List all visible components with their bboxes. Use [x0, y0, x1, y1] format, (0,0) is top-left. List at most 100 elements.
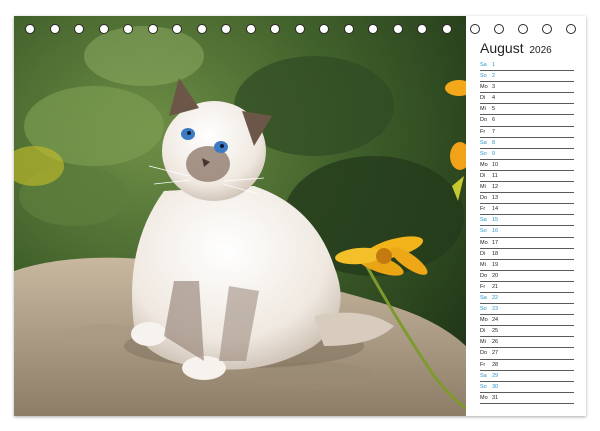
- weekday-label: Mi: [480, 261, 486, 268]
- binding-ring: [221, 24, 231, 34]
- day-row: Mo 31: [480, 393, 574, 404]
- weekday-label: Sa: [480, 372, 487, 379]
- binding-ring: [343, 24, 354, 34]
- year: 2026: [529, 45, 552, 56]
- weekday-label: Mo: [480, 239, 488, 246]
- weekday-label: Mi: [480, 184, 486, 191]
- day-number: 16: [492, 228, 499, 235]
- day-number: 25: [492, 328, 499, 335]
- day-row: Mi 19: [480, 260, 574, 271]
- day-row: Di 11: [480, 171, 574, 183]
- date-panel: August 2026 Sa 1 So 2 Mo 3 Di 4 Mi 5 Do 6 Fr 7 Sa 8 So 9 M…: [466, 16, 586, 416]
- weekday-label: So: [480, 383, 487, 390]
- binding-ring: [270, 24, 280, 34]
- day-row: Mo 17: [480, 238, 574, 249]
- weekday-label: Di: [480, 172, 486, 179]
- day-row: Fr 7: [480, 127, 574, 138]
- binding-ring: [196, 24, 207, 34]
- day-row: So 16: [480, 226, 574, 238]
- weekday-label: Sa: [480, 62, 487, 68]
- weekday-label: Di: [480, 250, 486, 257]
- day-row: Sa 15: [480, 215, 574, 227]
- day-number: 14: [492, 206, 499, 213]
- weekday-label: Fr: [480, 128, 486, 135]
- day-number: 4: [492, 95, 496, 102]
- day-row: Sa 8: [480, 138, 574, 149]
- day-number: 5: [492, 106, 496, 113]
- weekday-label: So: [480, 150, 487, 157]
- day-number: 9: [492, 150, 496, 157]
- binding-ring: [147, 24, 158, 34]
- weekday-label: Fr: [480, 283, 486, 290]
- day-number: 26: [492, 339, 499, 346]
- weekday-label: Do: [480, 117, 488, 124]
- binding-ring: [294, 24, 305, 34]
- day-number: 6: [492, 117, 496, 124]
- day-row: Do 6: [480, 115, 574, 127]
- day-number: 10: [492, 161, 499, 168]
- binding-ring: [441, 24, 452, 34]
- day-list: Sa 1 So 2 Mo 3 Di 4 Mi 5 Do 6 Fr 7 Sa 8 So 9 Mo 10 Di 11 Mi 12 D…: [480, 60, 574, 404]
- weekday-label: Mo: [480, 84, 488, 91]
- day-number: 8: [492, 139, 496, 146]
- day-number: 18: [492, 250, 499, 257]
- binding-ring: [49, 24, 60, 34]
- day-row: Mo 10: [480, 160, 574, 171]
- binding-ring: [98, 24, 109, 34]
- day-row: Mo 24: [480, 315, 574, 327]
- binding-ring: [123, 24, 133, 34]
- day-row: Mo 3: [480, 82, 574, 94]
- weekday-label: Di: [480, 95, 486, 102]
- day-row: Di 4: [480, 93, 574, 105]
- day-row: Di 25: [480, 326, 574, 338]
- weekday-label: So: [480, 73, 487, 80]
- day-row: So 23: [480, 304, 574, 316]
- kitten-photo: [14, 16, 466, 416]
- day-row: Do 13: [480, 193, 574, 205]
- day-row: Fr 21: [480, 282, 574, 293]
- day-number: 21: [492, 283, 499, 290]
- weekday-label: Mi: [480, 106, 486, 113]
- day-row: Mi 5: [480, 104, 574, 116]
- weekday-label: Fr: [480, 206, 486, 213]
- day-number: 27: [492, 350, 499, 357]
- binding-ring: [25, 24, 35, 34]
- binding-ring: [245, 24, 256, 34]
- weekday-label: Mo: [480, 394, 488, 401]
- day-number: 20: [492, 272, 499, 279]
- day-number: 28: [492, 361, 499, 368]
- day-number: 2: [492, 73, 496, 80]
- month-title: August 2026: [480, 40, 552, 56]
- weekday-label: So: [480, 306, 487, 313]
- kitten-illustration: [14, 16, 466, 416]
- day-number: 12: [492, 184, 499, 191]
- weekday-label: Sa: [480, 139, 487, 146]
- day-row: Di 18: [480, 249, 574, 260]
- day-number: 3: [492, 84, 496, 91]
- binding-ring: [172, 24, 182, 34]
- day-number: 29: [492, 372, 499, 379]
- weekday-label: Do: [480, 195, 488, 202]
- day-row: Do 27: [480, 348, 574, 360]
- day-row: So 30: [480, 382, 574, 393]
- binding-ring: [392, 24, 403, 34]
- day-number: 1: [492, 62, 496, 68]
- day-row: Do 20: [480, 271, 574, 282]
- day-number: 15: [492, 217, 499, 224]
- binding-ring: [417, 24, 427, 34]
- weekday-label: Sa: [480, 294, 487, 301]
- day-number: 17: [492, 239, 499, 246]
- weekday-label: Do: [480, 272, 488, 279]
- day-number: 13: [492, 195, 499, 202]
- binding-ring: [74, 24, 84, 34]
- weekday-label: Di: [480, 328, 486, 335]
- day-row: Fr 14: [480, 204, 574, 216]
- day-number: 24: [492, 317, 499, 324]
- day-number: 31: [492, 394, 499, 401]
- day-row: Sa 22: [480, 293, 574, 305]
- day-row: Mi 12: [480, 182, 574, 194]
- calendar-page: August 2026 Sa 1 So 2 Mo 3 Di 4 Mi 5 Do 6 Fr 7 Sa 8 So 9 M…: [14, 16, 586, 416]
- day-number: 7: [492, 128, 496, 135]
- month-name: August: [480, 40, 524, 56]
- day-number: 23: [492, 306, 499, 313]
